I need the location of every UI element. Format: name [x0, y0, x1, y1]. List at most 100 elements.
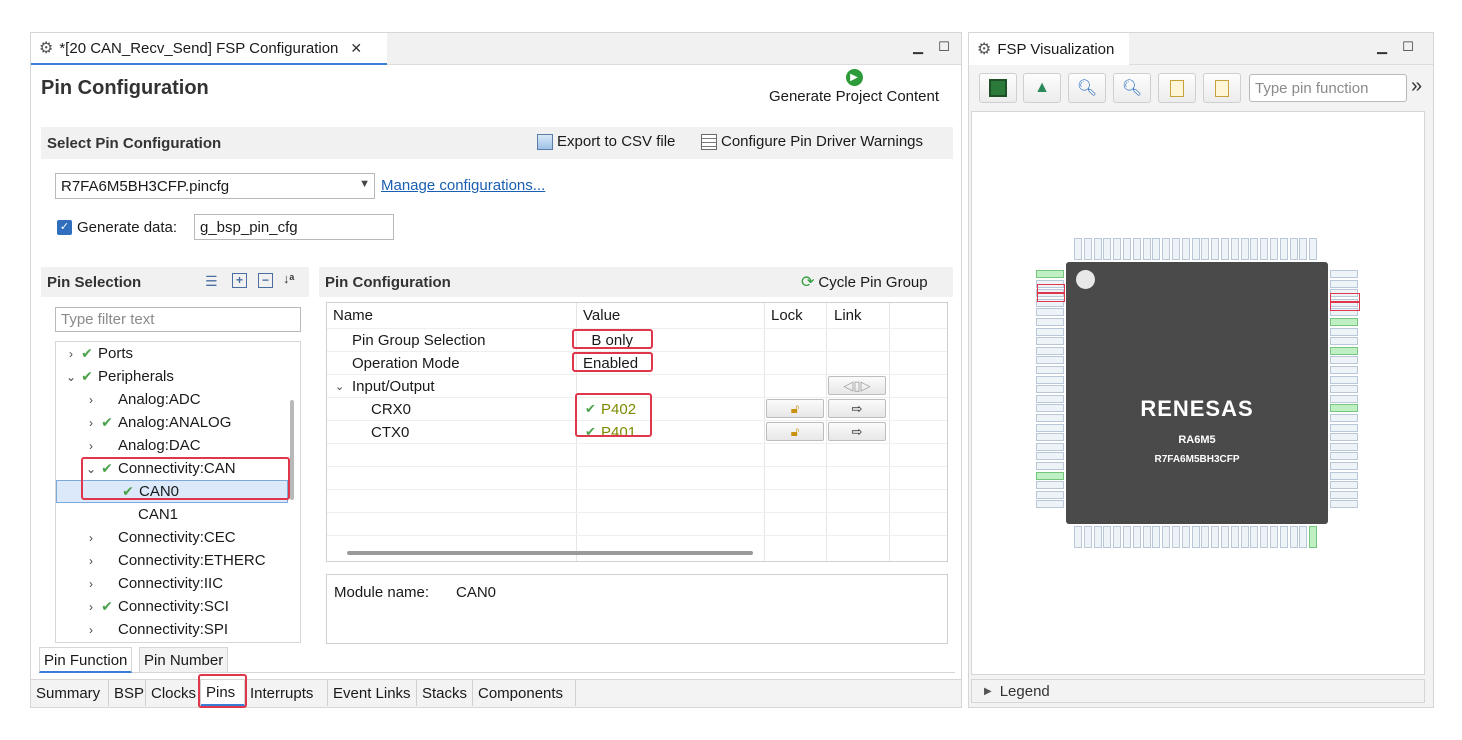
close-icon[interactable]: ✕ — [350, 40, 362, 57]
tree-item[interactable]: CAN1 — [56, 503, 288, 526]
generate-project-button[interactable]: ▶ Generate Project Content — [759, 69, 949, 111]
chip-pin-bottom[interactable] — [1299, 526, 1308, 548]
chip-pin-left[interactable] — [1036, 442, 1064, 451]
chip-pin-right[interactable] — [1330, 471, 1358, 480]
chevron-right-icon[interactable]: › — [64, 347, 78, 361]
chip-pin-left[interactable] — [1036, 327, 1064, 336]
chip-pin-top[interactable] — [1270, 238, 1278, 260]
chip-pin-bottom[interactable] — [1152, 526, 1161, 548]
tab-summary[interactable]: Summary — [31, 680, 109, 706]
chip-pin-top[interactable] — [1172, 238, 1180, 260]
chevron-right-icon[interactable]: › — [84, 531, 98, 545]
expand-all-icon[interactable]: + — [232, 273, 247, 288]
chip-pin-right[interactable] — [1330, 318, 1358, 326]
actual-size-button[interactable] — [1158, 73, 1196, 103]
chip-pin-right[interactable] — [1330, 481, 1358, 490]
chip-pin-right[interactable] — [1330, 375, 1358, 384]
chip-pin-bottom[interactable] — [1172, 526, 1180, 548]
chip-pin-top[interactable] — [1083, 238, 1092, 260]
tab-event-links[interactable]: Event Links — [328, 680, 417, 706]
chip-pin-bottom[interactable] — [1103, 526, 1112, 548]
chip-pin-top[interactable] — [1132, 238, 1141, 260]
chip-pin-top[interactable] — [1299, 238, 1308, 260]
chevron-right-icon[interactable]: › — [84, 623, 98, 637]
tree-item[interactable]: › Connectivity:IIC — [56, 572, 288, 595]
chevron-right-icon[interactable]: › — [84, 439, 98, 453]
chip-pin-bottom[interactable] — [1162, 526, 1171, 548]
chip-pin-top[interactable] — [1211, 238, 1220, 260]
tab-stacks[interactable]: Stacks — [417, 680, 473, 706]
tree-item[interactable]: › Connectivity:CEC — [56, 526, 288, 549]
tree-item[interactable]: ⌄ ✔ Peripherals — [56, 365, 288, 388]
chip-pin-top[interactable] — [1162, 238, 1171, 260]
tree-item[interactable]: › ✔ Analog:ANALOG — [56, 411, 288, 434]
chip-pin-left[interactable] — [1036, 394, 1064, 403]
tree-item[interactable]: ⌄ ✔ Connectivity:CAN — [56, 457, 288, 480]
chip-pin-bottom[interactable] — [1113, 526, 1122, 548]
config-file-select[interactable]: R7FA6M5BH3CFP.pincfg ▼ — [55, 173, 375, 199]
tab-pin-number[interactable]: Pin Number — [139, 647, 229, 673]
zoom-out-button[interactable]: 🔍︎ — [1068, 73, 1106, 103]
configure-warnings-button[interactable]: Configure Pin Driver Warnings — [701, 133, 923, 150]
overflow-chevron-icon[interactable]: » — [1411, 75, 1422, 98]
chip-pin-left[interactable] — [1036, 423, 1064, 432]
chip-pin-left[interactable] — [1036, 462, 1064, 470]
chip-pin-right[interactable] — [1330, 414, 1358, 422]
chip-pin-right[interactable] — [1330, 327, 1358, 336]
chip-pin-bottom[interactable] — [1181, 526, 1190, 548]
chip-pin-right[interactable] — [1330, 404, 1358, 413]
chip-pin-left[interactable] — [1036, 308, 1064, 317]
chip-pin-left[interactable] — [1036, 452, 1064, 461]
chip-pin-bottom[interactable] — [1191, 526, 1200, 548]
chip-pin-bottom[interactable] — [1279, 526, 1288, 548]
chip-pin-left[interactable] — [1036, 270, 1064, 278]
chip-pin-bottom[interactable] — [1240, 526, 1249, 548]
column-header-lock[interactable]: Lock — [771, 307, 803, 324]
chip-pin-top[interactable] — [1201, 238, 1210, 260]
chip-pin-top[interactable] — [1191, 238, 1200, 260]
chip-pin-top[interactable] — [1250, 238, 1259, 260]
chip-pin-right[interactable] — [1330, 308, 1358, 317]
chip-pin-bottom[interactable] — [1230, 526, 1239, 548]
maximize-icon[interactable]: ☐ — [935, 39, 953, 55]
export-csv-button[interactable]: Export to CSV file — [537, 133, 675, 150]
tree-item[interactable]: › ✔ Connectivity:SCI — [56, 595, 288, 618]
chip-pin-right[interactable] — [1330, 337, 1358, 346]
collapse-all-icon[interactable]: − — [258, 273, 273, 288]
chip-pin-left[interactable] — [1036, 356, 1064, 365]
chip-pin-top[interactable] — [1123, 238, 1131, 260]
link-button[interactable]: ⇨ — [828, 399, 886, 418]
chip-pin-right[interactable] — [1330, 433, 1358, 442]
chip-pin-left[interactable] — [1036, 279, 1064, 288]
chip-pin-bottom[interactable] — [1309, 526, 1318, 548]
maximize-icon[interactable]: ☐ — [1399, 39, 1417, 55]
chip-pin-top[interactable] — [1113, 238, 1122, 260]
chip-pin-bottom[interactable] — [1201, 526, 1210, 548]
chip-pin-top[interactable] — [1279, 238, 1288, 260]
chip-pin-bottom[interactable] — [1093, 526, 1102, 548]
tree-item[interactable]: › Connectivity:ETHERC — [56, 549, 288, 572]
tree-item[interactable]: › Connectivity:SPI — [56, 618, 288, 641]
chip-pin-right[interactable] — [1330, 394, 1358, 403]
fit-view-button[interactable]: ▲ — [1023, 73, 1061, 103]
tab-bsp[interactable]: BSP — [109, 680, 146, 706]
chip-pin-right[interactable] — [1330, 289, 1358, 298]
chip-pin-left[interactable] — [1036, 298, 1064, 307]
row-value[interactable]: P401 — [601, 424, 636, 441]
column-header-link[interactable]: Link — [834, 307, 862, 324]
chip-pin-left[interactable] — [1036, 404, 1064, 413]
chip-pin-bottom[interactable] — [1250, 526, 1259, 548]
chip-pin-top[interactable] — [1181, 238, 1190, 260]
tab-pin-function[interactable]: Pin Function — [39, 647, 133, 673]
chip-body[interactable]: RENESAS RA6M5 R7FA6M5BH3CFP — [1066, 262, 1328, 524]
chevron-right-icon[interactable]: › — [84, 577, 98, 591]
row-value[interactable]: P402 — [601, 401, 636, 418]
chip-pin-top[interactable] — [1260, 238, 1269, 260]
minimize-icon[interactable]: ▁ — [909, 39, 927, 55]
chevron-down-icon[interactable]: ⌄ — [84, 462, 98, 476]
chip-pin-right[interactable] — [1330, 500, 1358, 509]
chip-pin-right[interactable] — [1330, 462, 1358, 470]
chip-pin-right[interactable] — [1330, 452, 1358, 461]
chip-pin-left[interactable] — [1036, 481, 1064, 490]
chip-pin-right[interactable] — [1330, 279, 1358, 288]
